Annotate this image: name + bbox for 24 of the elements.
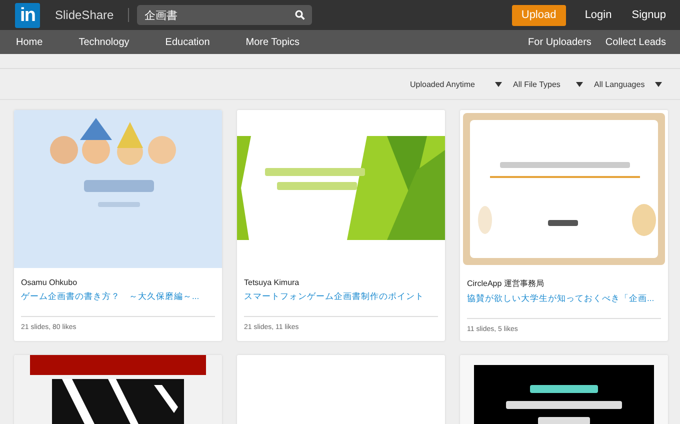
- caret-icon: [495, 82, 502, 86]
- caret-icon: [576, 82, 583, 86]
- menu-link[interactable]: For Uploaders: [528, 36, 592, 48]
- author-name[interactable]: Tetsuya Kimura: [244, 278, 438, 287]
- menu-link[interactable]: Home: [16, 36, 43, 48]
- slide-title-link[interactable]: ゲーム企画書の書き方？ ～大久保磨編～...: [21, 290, 215, 302]
- nav-link[interactable]: Login: [584, 9, 612, 21]
- author-name[interactable]: Osamu Ohkubo: [21, 278, 215, 287]
- nav-link[interactable]: Signup: [632, 9, 666, 21]
- filter-dropdown[interactable]: Uploaded Anytime: [410, 80, 502, 88]
- search-field[interactable]: 企画書: [136, 5, 312, 25]
- brand-name[interactable]: SlideShare: [55, 8, 114, 22]
- filter-dropdown[interactable]: All Languages: [594, 80, 662, 88]
- search-icon[interactable]: [294, 10, 305, 20]
- menu-link[interactable]: Education: [165, 36, 210, 48]
- menu-link[interactable]: More Topics: [246, 36, 300, 48]
- author-name[interactable]: CircleApp 運営事務局: [467, 278, 661, 289]
- slide-title-link[interactable]: スマートフォンゲーム企画書制作のポイント: [244, 290, 438, 302]
- menu-link[interactable]: Technology: [78, 36, 130, 48]
- slide-title-link[interactable]: 協賛が欲しい大学生が知っておくべき「企画...: [467, 292, 661, 304]
- menu-link[interactable]: Collect Leads: [605, 36, 666, 48]
- filter-dropdown[interactable]: All File Types: [513, 80, 583, 88]
- caret-icon: [655, 82, 662, 86]
- logo-icon[interactable]: in: [15, 2, 40, 28]
